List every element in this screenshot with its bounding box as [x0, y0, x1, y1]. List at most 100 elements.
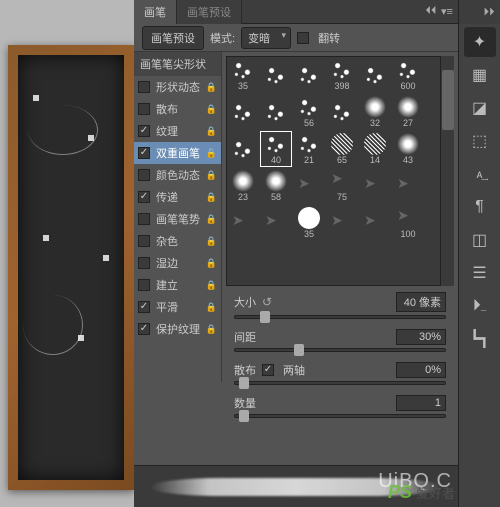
slider-thumb[interactable] [294, 344, 304, 356]
brush-option-row[interactable]: 纹理🔒 [134, 120, 221, 142]
brush-thumbnail[interactable]: 600 [392, 57, 424, 93]
brush-thumbnail[interactable]: 40 [260, 131, 292, 167]
brush-option-row[interactable]: 湿边🔒 [134, 252, 221, 274]
brush-thumbnail[interactable] [293, 57, 325, 93]
brush-thumbnail[interactable] [227, 131, 259, 167]
brush-thumbnail[interactable] [359, 168, 391, 204]
lock-icon[interactable]: 🔒 [206, 104, 217, 115]
timeline-tool-icon[interactable]: ⏵₋ [464, 291, 496, 321]
spacing-slider[interactable] [234, 348, 446, 352]
lock-icon[interactable]: 🔒 [206, 170, 217, 181]
lock-icon[interactable]: 🔒 [206, 82, 217, 93]
count-value[interactable]: 1 [396, 395, 446, 411]
brush-thumbnail[interactable]: 56 [293, 94, 325, 130]
both-axes-checkbox[interactable] [262, 364, 274, 376]
brush-thumbnail[interactable] [326, 205, 358, 241]
brush-thumbnail[interactable]: 35 [227, 57, 259, 93]
brush-option-row[interactable]: 颜色动态🔒 [134, 164, 221, 186]
path-anchor[interactable] [33, 95, 39, 101]
size-value[interactable]: 40 像素 [396, 292, 446, 312]
brush-thumbnail[interactable] [359, 57, 391, 93]
brush-thumbnail[interactable]: 23 [227, 168, 259, 204]
option-checkbox[interactable] [138, 191, 150, 203]
brush-thumbnail[interactable] [227, 94, 259, 130]
option-checkbox[interactable] [138, 213, 150, 225]
brush-option-row[interactable]: 散布🔒 [134, 98, 221, 120]
brush-option-row[interactable]: 建立🔒 [134, 274, 221, 296]
lock-icon[interactable]: 🔒 [206, 192, 217, 203]
brush-thumbnail-grid[interactable]: 35398600563227402165144323587535100 [226, 56, 454, 286]
lock-icon[interactable]: 🔒 [206, 324, 217, 335]
collapse-icon[interactable]: ⏴⏴ [424, 5, 438, 19]
brush-option-row[interactable]: 传递🔒 [134, 186, 221, 208]
brush-option-row[interactable]: 画笔笔势🔒 [134, 208, 221, 230]
option-checkbox[interactable] [138, 103, 150, 115]
brush-option-row[interactable]: 杂色🔒 [134, 230, 221, 252]
brush-option-row[interactable]: 保护纹理🔒 [134, 318, 221, 340]
scatter-value[interactable]: 0% [396, 362, 446, 378]
option-checkbox[interactable] [138, 279, 150, 291]
toolbar-collapse-icon[interactable]: ⏵⏵ [482, 5, 496, 19]
brush-thumbnail[interactable] [260, 94, 292, 130]
brush-thumbnail[interactable] [227, 205, 259, 241]
spacing-value[interactable]: 30% [396, 329, 446, 345]
brush-thumbnail[interactable]: 43 [392, 131, 424, 167]
brush-thumbnail[interactable] [293, 168, 325, 204]
lock-icon[interactable]: 🔒 [206, 302, 217, 313]
cube-tool-icon[interactable]: ◪ [464, 93, 496, 123]
panel-tab[interactable]: 画笔预设 [177, 0, 242, 24]
path-anchor[interactable] [103, 255, 109, 261]
option-checkbox[interactable] [138, 323, 150, 335]
paragraph-tool-icon[interactable]: ¶ [464, 192, 496, 222]
brush-option-row[interactable]: 平滑🔒 [134, 296, 221, 318]
brush-option-row[interactable]: 形状动态🔒 [134, 76, 221, 98]
brush-thumbnail[interactable]: 58 [260, 168, 292, 204]
lock-icon[interactable]: 🔒 [206, 126, 217, 137]
scatter-slider[interactable] [234, 381, 446, 385]
window-tool-icon[interactable]: ◫ [464, 225, 496, 255]
brushes-tool-icon[interactable]: ✦ [464, 27, 496, 57]
mode-dropdown[interactable]: 变暗 [241, 27, 291, 49]
brush-thumbnail[interactable] [392, 168, 424, 204]
brush-thumbnail[interactable]: 14 [359, 131, 391, 167]
option-checkbox[interactable] [138, 81, 150, 93]
slider-thumb[interactable] [260, 311, 270, 323]
brush-thumbnail[interactable] [359, 205, 391, 241]
size-slider[interactable] [234, 315, 446, 319]
brush-grid-scrollbar[interactable] [440, 56, 454, 286]
option-checkbox[interactable] [138, 235, 150, 247]
brush-thumbnail[interactable]: 75 [326, 168, 358, 204]
brush-thumbnail[interactable]: 21 [293, 131, 325, 167]
option-checkbox[interactable] [138, 125, 150, 137]
reset-size-icon[interactable]: ↺ [262, 295, 272, 309]
option-checkbox[interactable] [138, 169, 150, 181]
lock-icon[interactable]: 🔒 [206, 280, 217, 291]
brush-thumbnail[interactable] [260, 57, 292, 93]
count-slider[interactable] [234, 414, 446, 418]
option-checkbox[interactable] [138, 301, 150, 313]
brush-thumbnail[interactable]: 100 [392, 205, 424, 241]
brush-thumbnail[interactable]: 35 [293, 205, 325, 241]
lock-icon[interactable]: 🔒 [206, 258, 217, 269]
measure-tool-icon[interactable]: ┗┓ [464, 324, 496, 354]
swatches-tool-icon[interactable]: ▦ [464, 60, 496, 90]
menu-icon[interactable]: ▾≡ [440, 5, 454, 19]
option-checkbox[interactable] [138, 257, 150, 269]
slider-thumb[interactable] [239, 377, 249, 389]
brush-thumbnail[interactable]: 398 [326, 57, 358, 93]
flip-checkbox[interactable] [297, 32, 309, 44]
lock-icon[interactable]: 🔒 [206, 214, 217, 225]
lock-icon[interactable]: 🔒 [206, 148, 217, 159]
chalkboard[interactable] [18, 55, 124, 480]
path-anchor[interactable] [43, 235, 49, 241]
brush-tip-shape-header[interactable]: 画笔笔尖形状 [134, 52, 221, 76]
scrollbar-thumb[interactable] [442, 70, 454, 130]
brush-option-row[interactable]: 双重画笔🔒 [134, 142, 221, 164]
brush-thumbnail[interactable]: 32 [359, 94, 391, 130]
threed-tool-icon[interactable]: ⬚ [464, 126, 496, 156]
list-tool-icon[interactable]: ☰ [464, 258, 496, 288]
brush-thumbnail[interactable] [260, 205, 292, 241]
brush-thumbnail[interactable]: 65 [326, 131, 358, 167]
lock-icon[interactable]: 🔒 [206, 236, 217, 247]
brush-thumbnail[interactable]: 27 [392, 94, 424, 130]
